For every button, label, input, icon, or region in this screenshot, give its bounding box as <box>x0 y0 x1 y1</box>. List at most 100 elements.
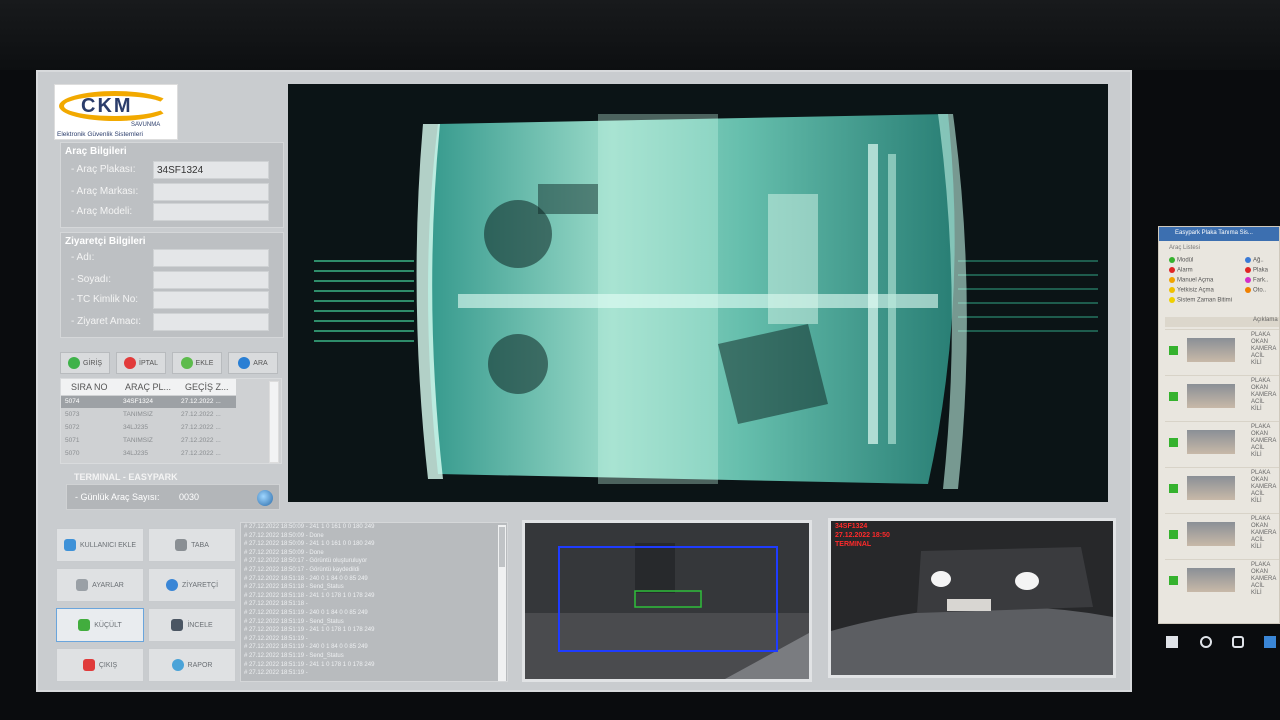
taba-button[interactable]: TABA <box>148 528 236 562</box>
log-line: # 27.12.2022 18:51:18 - <box>244 601 308 608</box>
log-line: # 27.12.2022 18:50:17 - Görüntü kaydedil… <box>244 566 360 573</box>
row-text: PLAKA OKAN KAMERA ACİL KİLİ <box>1251 516 1277 550</box>
table-row[interactable]: 5074 34SF1324 27.12.2022 ... <box>61 396 236 408</box>
left-panel: CKM SAVUNMA Elektronik Güvenlik Sistemle… <box>48 80 285 510</box>
app-taskbar-icon[interactable] <box>1264 636 1276 648</box>
log-scroll-thumb[interactable] <box>499 527 505 567</box>
purpose-row: - Ziyaret Amacı: <box>61 313 285 331</box>
legend-item: Oto.. <box>1245 287 1266 294</box>
company-logo: CKM SAVUNMA Elektronik Güvenlik Sistemle… <box>54 84 178 140</box>
status-green-icon <box>1169 346 1178 355</box>
cell: 5070 <box>65 450 80 457</box>
logo-tagline: Elektronik Güvenlik Sistemleri <box>57 131 143 138</box>
kullanici-ekle-button[interactable]: KULLANICI EKLE <box>56 528 144 562</box>
vehicle-thumbnail <box>1187 568 1235 592</box>
cancel-icon <box>124 357 137 369</box>
vehicle-thumbnail <box>1187 338 1235 362</box>
minimize-icon <box>78 619 91 631</box>
tc-input[interactable] <box>153 291 269 309</box>
log-line: # 27.12.2022 18:50:17 - Görüntü oluşturu… <box>244 558 368 565</box>
name-label: - Adı: <box>71 252 95 263</box>
daily-count-value: 0030 <box>179 492 200 502</box>
table-row[interactable]: 5070 34LJ235 27.12.2022 ... <box>61 448 236 460</box>
surname-label: - Soyadı: <box>71 274 112 285</box>
app-window: CKM SAVUNMA Elektronik Güvenlik Sistemle… <box>36 70 1132 692</box>
cell: 27.12.2022 ... <box>181 450 221 457</box>
list-item[interactable]: PLAKA OKAN KAMERA ACİL KİLİ <box>1165 467 1279 511</box>
name-input[interactable] <box>153 249 269 267</box>
plate-label: - Araç Plakası: <box>71 164 136 175</box>
add-icon <box>180 357 193 369</box>
inspect-icon <box>171 619 184 631</box>
check-icon <box>67 357 80 369</box>
table-row[interactable]: 5071 TANIMSIZ 27.12.2022 ... <box>61 435 236 447</box>
list-item[interactable]: PLAKA OKAN KAMERA ACİL KİLİ <box>1165 559 1279 603</box>
cell: TANIMSIZ <box>123 437 153 444</box>
cam2-plate-text: 34SF1324 <box>835 523 868 530</box>
model-row: - Araç Modeli: <box>61 203 285 221</box>
cell: 27.12.2022 ... <box>181 398 221 405</box>
windows-start-icon[interactable] <box>1166 636 1178 648</box>
brand-input[interactable] <box>153 183 269 201</box>
rapor-button[interactable]: RAPOR <box>148 648 236 682</box>
legend-item: Fark.. <box>1245 277 1268 284</box>
vehicle-info-title: Araç Bilgileri <box>65 146 127 157</box>
incele-button[interactable]: İNCELE <box>148 608 236 642</box>
taba-label: TABA <box>191 541 209 549</box>
cam2-terminal-text: TERMINAL <box>835 541 872 548</box>
giris-label: GİRİŞ <box>82 359 103 367</box>
list-item[interactable]: PLAKA OKAN KAMERA ACİL KİLİ <box>1165 375 1279 419</box>
search-icon[interactable] <box>1200 636 1212 648</box>
daily-count-box: - Günlük Araç Sayısı: 0030 <box>66 484 280 510</box>
table-row[interactable]: 5073 TANIMSIZ 27.12.2022 ... <box>61 409 236 421</box>
secondary-window-title[interactable]: Easypark Plaka Tanıma Sis... <box>1159 227 1279 241</box>
plate-input[interactable]: 34SF1324 <box>153 161 269 179</box>
globe-icon[interactable] <box>257 490 273 506</box>
undercarriage-scan <box>288 84 1108 502</box>
list-item[interactable]: PLAKA OKAN KAMERA ACİL KİLİ <box>1165 421 1279 465</box>
vehicle-thumbnail <box>1187 522 1235 546</box>
list-item[interactable]: PLAKA OKAN KAMERA ACİL KİLİ <box>1165 329 1279 373</box>
log-line: # 27.12.2022 18:51:19 - <box>244 635 308 642</box>
purpose-input[interactable] <box>153 313 269 331</box>
ekle-button[interactable]: EKLE <box>172 352 222 374</box>
status-green-icon <box>1169 438 1178 447</box>
col-plaka[interactable]: ARAÇ PL... <box>125 382 171 392</box>
log-scrollbar[interactable] <box>498 525 506 681</box>
log-line: # 27.12.2022 18:50:09 - Done <box>244 532 324 539</box>
magenta-dot-icon <box>1245 277 1251 283</box>
terminal-panel: TERMINAL - EASYPARK - Günlük Araç Sayısı… <box>60 468 284 512</box>
log-line: # 27.12.2022 18:51:19 - 241 1 0 178 1 0 … <box>244 627 375 634</box>
task-view-icon[interactable] <box>1232 636 1244 648</box>
col-gecis[interactable]: GEÇİŞ Z... <box>185 382 229 392</box>
ara-button[interactable]: ARA <box>228 352 278 374</box>
ziyaretci-button[interactable]: ZİYARETÇİ <box>148 568 236 602</box>
cell: 34LJ235 <box>123 424 148 431</box>
kucult-button[interactable]: KÜÇÜLT <box>56 608 144 642</box>
vehicle-info-group: Araç Bilgileri - Araç Plakası: 34SF1324 … <box>60 142 284 228</box>
row-text: PLAKA OKAN KAMERA ACİL KİLİ <box>1251 470 1277 504</box>
table-scrollbar[interactable] <box>269 381 279 463</box>
cikis-button[interactable]: ÇIKIŞ <box>56 648 144 682</box>
giris-button[interactable]: GİRİŞ <box>60 352 110 374</box>
cell: 5074 <box>65 398 80 405</box>
orange-dot-icon <box>1169 277 1175 283</box>
iptal-button[interactable]: İPTAL <box>116 352 166 374</box>
column-header-aciklama[interactable]: Açıklama <box>1165 317 1279 327</box>
model-input[interactable] <box>153 203 269 221</box>
table-row[interactable]: 5072 34LJ235 27.12.2022 ... <box>61 422 236 434</box>
kullanici-label: KULLANICI EKLE <box>79 541 137 549</box>
cell: 34SF1324 <box>123 398 153 405</box>
surname-input[interactable] <box>153 271 269 289</box>
model-label: - Araç Modeli: <box>71 206 133 217</box>
legend-item: Manuel Açma <box>1169 277 1213 284</box>
list-item[interactable]: PLAKA OKAN KAMERA ACİL KİLİ <box>1165 513 1279 557</box>
ayarlar-button[interactable]: AYARLAR <box>56 568 144 602</box>
camera-view-2: 34SF1324 27.12.2022 18:50 TERMINAL <box>828 518 1116 678</box>
cell: 5071 <box>65 437 80 444</box>
cam2-date-text: 27.12.2022 18:50 <box>835 532 890 539</box>
green-dot-icon <box>1169 257 1175 263</box>
legend-item: Yetkisiz Açma <box>1169 287 1214 294</box>
col-sira[interactable]: SIRA NO <box>71 382 108 392</box>
ara-label: ARA <box>253 359 268 367</box>
